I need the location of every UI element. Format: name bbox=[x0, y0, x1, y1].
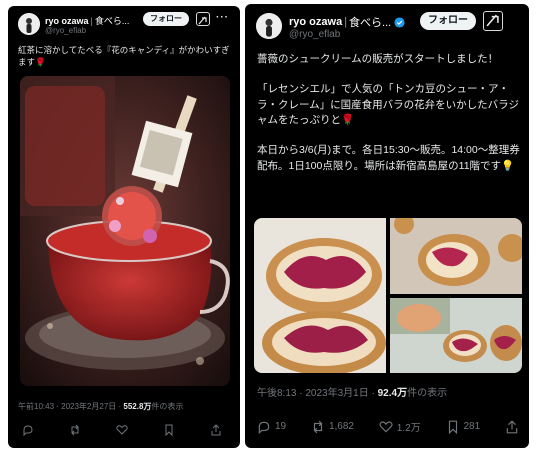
tweet-card-left: ryo ozawa | 食べら... @ryo_eflab フォロー ··· 紅… bbox=[8, 6, 240, 448]
image-bottom-right[interactable] bbox=[390, 298, 522, 373]
bookmark-count: 281 bbox=[463, 421, 481, 432]
tweet-header: ryo ozawa | 食べら... @ryo_eflab フォロー ··· bbox=[8, 6, 240, 46]
repost-icon bbox=[313, 420, 323, 433]
author-handle[interactable]: @ryo_eflab bbox=[45, 26, 86, 35]
follow-button[interactable]: フォロー bbox=[420, 12, 476, 30]
views-suffix: 件の表示 bbox=[151, 402, 184, 411]
tweet-text: 薔薇のシュークリームの販売がスタートしました！ 「レセンシエル」で人気の「トンカ… bbox=[257, 53, 520, 172]
name-separator: | bbox=[90, 15, 93, 26]
tweet-image[interactable] bbox=[20, 76, 230, 386]
tweet-text: 紅茶に溶かしてたべる『花のキャンディ』がかわいすぎます🌹 bbox=[18, 45, 230, 68]
views-count: 552.8万 bbox=[123, 402, 152, 411]
share-button[interactable] bbox=[505, 419, 519, 434]
tweet-meta: 午後8:13 · 2023年3月1日 · 92.4万件の表示 bbox=[257, 384, 447, 399]
views-count: 92.4万 bbox=[377, 388, 408, 399]
reply-button[interactable] bbox=[22, 424, 34, 436]
image-left[interactable] bbox=[254, 218, 386, 373]
follow-button[interactable]: フォロー bbox=[143, 12, 189, 26]
heart-icon bbox=[116, 425, 128, 435]
tweet-meta: 午前10:43 · 2023年2月27日 · 552.8万件の表示 bbox=[18, 401, 183, 412]
like-button[interactable]: 1.2万 bbox=[379, 419, 421, 434]
author-tag: 食べら... bbox=[94, 16, 130, 26]
tweet-image-grid[interactable] bbox=[254, 218, 522, 373]
author-tag: 食べら... bbox=[349, 17, 392, 29]
author-row: ryo ozawa | 食べら... bbox=[289, 14, 405, 30]
share-icon bbox=[211, 424, 221, 436]
share-button[interactable] bbox=[210, 424, 222, 436]
bookmark-icon bbox=[448, 420, 457, 434]
repost-icon bbox=[71, 424, 79, 436]
heart-icon bbox=[379, 420, 393, 432]
timestamp[interactable]: 午後8:13 · 2023年3月1日 · bbox=[257, 388, 378, 399]
like-count: 1.2万 bbox=[396, 423, 421, 434]
timestamp[interactable]: 午前10:43 · 2023年2月27日 · bbox=[18, 402, 123, 411]
grok-icon[interactable] bbox=[483, 11, 503, 31]
author-name[interactable]: ryo ozawa bbox=[45, 16, 89, 26]
bookmark-button[interactable]: 281 bbox=[446, 420, 481, 434]
share-icon bbox=[506, 419, 518, 433]
image-top-right[interactable] bbox=[390, 218, 522, 294]
grok-icon[interactable] bbox=[196, 12, 210, 26]
reply-icon bbox=[23, 425, 33, 436]
repost-count: 1,682 bbox=[328, 421, 354, 432]
repost-button[interactable]: 1,682 bbox=[311, 420, 354, 434]
action-bar: 19 1,682 1.2万 281 bbox=[257, 419, 519, 434]
reply-icon bbox=[258, 421, 270, 434]
repost-button[interactable] bbox=[69, 424, 81, 436]
reply-button[interactable]: 19 bbox=[257, 420, 286, 434]
tweet-header: ryo ozawa | 食べら... @ryo_eflab フォロー bbox=[245, 4, 529, 44]
bookmark-icon bbox=[165, 424, 173, 436]
tweet-card-right: ryo ozawa | 食べら... @ryo_eflab フォロー 薔薇のシュ… bbox=[245, 4, 529, 448]
views-suffix: 件の表示 bbox=[407, 388, 448, 399]
verified-badge-icon bbox=[394, 16, 405, 28]
more-icon[interactable]: ··· bbox=[216, 12, 229, 23]
reply-count: 19 bbox=[275, 421, 287, 432]
bookmark-button[interactable] bbox=[163, 424, 175, 436]
action-bar bbox=[22, 424, 222, 436]
author-handle[interactable]: @ryo_eflab bbox=[289, 29, 340, 40]
name-separator: | bbox=[344, 16, 348, 28]
avatar[interactable] bbox=[18, 13, 40, 35]
avatar[interactable] bbox=[256, 13, 282, 39]
like-button[interactable] bbox=[116, 424, 128, 436]
author-name[interactable]: ryo ozawa bbox=[289, 16, 342, 28]
